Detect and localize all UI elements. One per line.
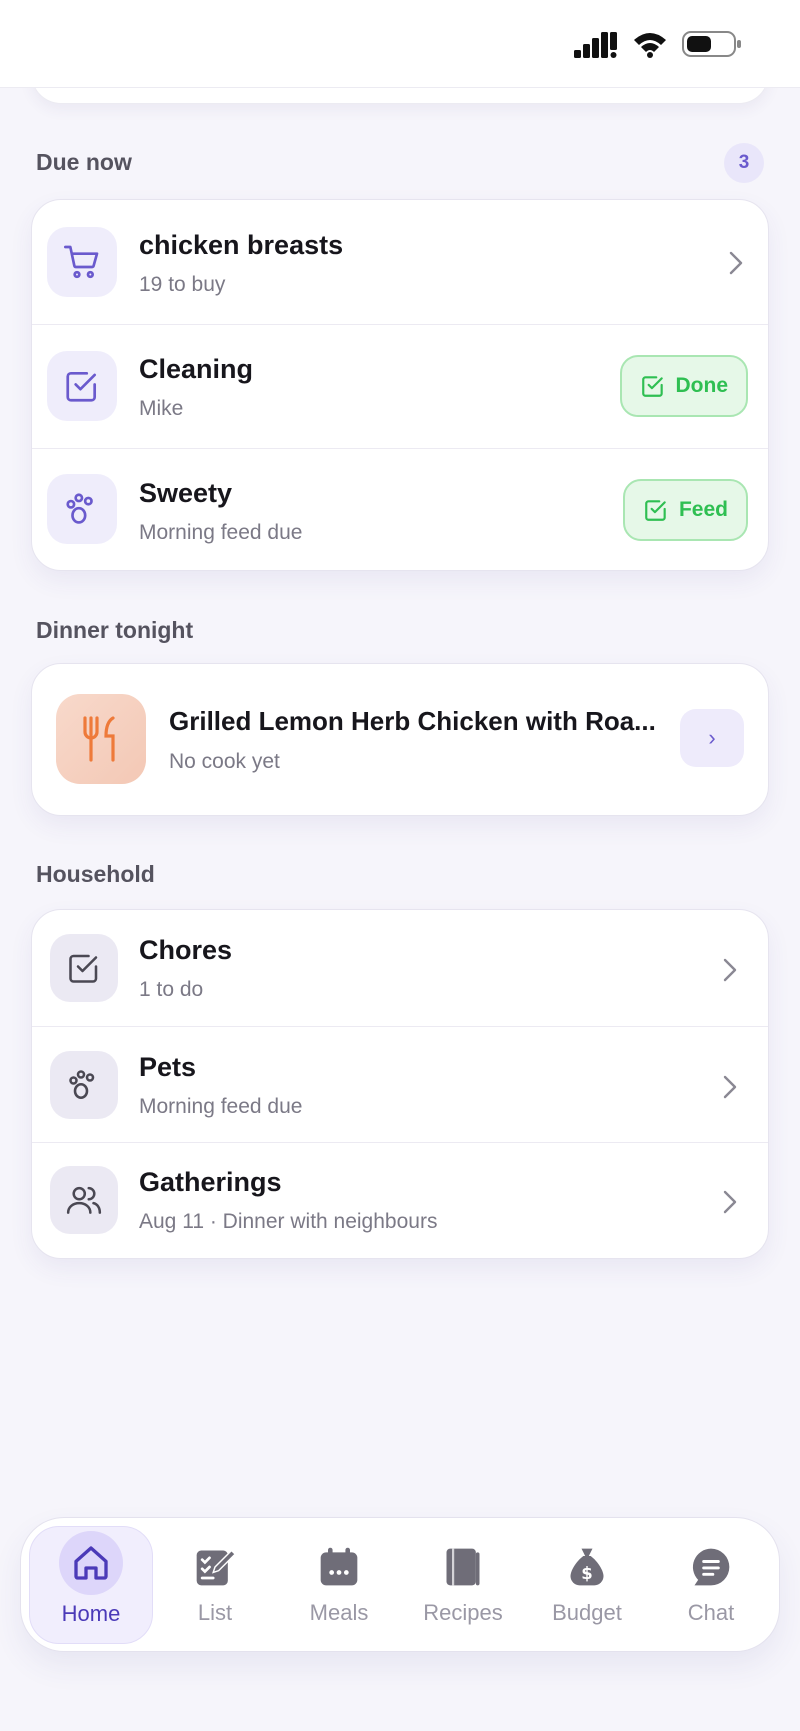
fork-knife-icon [56,694,146,784]
chevron-right-icon [720,955,740,985]
done-button[interactable]: Done [619,355,748,417]
check-square-icon [641,376,663,397]
item-subtitle: 19 to buy [139,273,226,296]
item-title: Pets [139,1052,197,1082]
tab-home[interactable]: Home [29,1526,153,1644]
tab-label: Recipes [423,1600,503,1625]
due-count-badge: 3 [724,143,764,183]
tab-chat[interactable]: Chat [649,1526,773,1644]
svg-text:$: $ [581,1564,592,1583]
tab-meals[interactable]: Meals [277,1526,401,1644]
chevron-right-icon [720,1187,740,1217]
item-subtitle: Mike [139,397,184,420]
item-subtitle: Morning feed due [139,521,303,544]
dinner-card[interactable]: Grilled Lemon Herb Chicken with Roa... N… [31,663,769,816]
book-icon [441,1542,485,1592]
calendar-icon [317,1542,361,1592]
household-item-pets[interactable]: Pets Morning feed due [32,1027,768,1143]
dinner-open-button[interactable]: › [680,709,744,767]
meal-subtitle: No cook yet [169,750,280,773]
due-now-card: chicken breasts 19 to buy Cleaning Mike … [31,199,769,571]
due-item-cleaning[interactable]: Cleaning Mike Done [32,325,768,449]
check-square-icon [645,500,666,521]
bottom-tab-bar: Home List Meals Recipes $ Budget Chat [20,1517,780,1652]
feed-label: Feed [678,498,728,521]
tab-label: List [197,1600,233,1625]
paw-icon [50,1051,118,1119]
tab-list[interactable]: List [153,1526,277,1644]
tab-label: Meals [309,1600,369,1625]
checkbox-icon [47,351,117,421]
home-icon [59,1531,123,1595]
household-heading: Household [36,861,155,887]
item-title: chicken breasts [139,230,344,260]
chat-icon [689,1542,733,1592]
tab-recipes[interactable]: Recipes [401,1526,525,1644]
people-icon [50,1166,118,1234]
tab-budget[interactable]: $ Budget [525,1526,649,1644]
due-item-shopping[interactable]: chicken breasts 19 to buy [32,200,768,325]
list-icon [193,1542,237,1592]
tab-label: Chat [687,1600,735,1625]
done-label: Done [675,374,729,397]
chevron-right-icon [720,1072,740,1102]
tab-label: Home [61,1601,121,1626]
item-subtitle: 1 to do [139,978,204,1001]
money-bag-icon: $ [565,1542,609,1592]
household-item-gatherings[interactable]: Gatherings Aug 11 · Dinner with neighbou… [32,1143,768,1257]
tab-label: Budget [552,1600,622,1625]
meal-name: Grilled Lemon Herb Chicken with Roa... [169,706,656,736]
item-title: Gatherings [139,1167,282,1197]
item-subtitle: Aug 11 · Dinner with neighbours [139,1210,438,1233]
battery-icon [682,31,741,57]
due-item-pet[interactable]: Sweety Morning feed due Feed [32,449,768,570]
checkbox-icon [50,934,118,1002]
due-now-heading: Due now [36,149,132,175]
item-title: Sweety [139,478,233,508]
feed-button[interactable]: Feed [622,479,748,541]
item-title: Cleaning [139,354,254,384]
household-card: Chores 1 to do Pets Morning feed due Gat… [31,909,769,1259]
item-title: Chores [139,935,233,965]
status-bar [0,0,800,88]
cart-icon [47,227,117,297]
wifi-icon [634,33,666,58]
dinner-heading: Dinner tonight [36,617,194,643]
item-subtitle: Morning feed due [139,1095,303,1118]
chevron-right-icon [726,248,746,278]
signal-icon [574,32,617,58]
paw-icon [47,474,117,544]
household-item-chores[interactable]: Chores 1 to do [32,910,768,1027]
